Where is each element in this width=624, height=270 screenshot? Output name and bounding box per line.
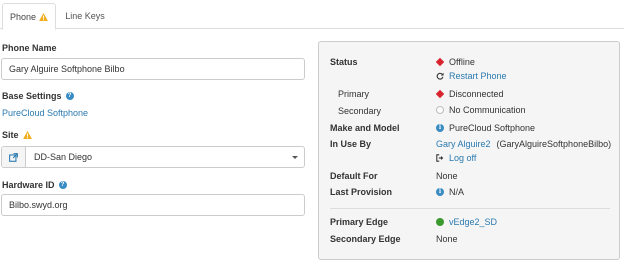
tab-line-keys[interactable]: Line Keys: [58, 3, 112, 29]
phone-name-label: Phone Name: [2, 43, 57, 53]
log-off-link[interactable]: Log off: [436, 153, 476, 163]
primary-value-text: Disconnected: [449, 89, 504, 99]
phone-name-label-text: Phone Name: [2, 43, 57, 53]
warning-icon: [39, 12, 48, 21]
make-model-value-text: PureCloud Softphone: [449, 123, 536, 133]
primary-edge-value: vEdge2_SD: [436, 217, 497, 227]
help-icon[interactable]: ?: [58, 181, 67, 189]
primary-label: Primary: [338, 89, 369, 99]
primary-edge-link[interactable]: vEdge2_SD: [449, 217, 497, 227]
in-use-by-label: In Use By: [330, 139, 372, 149]
info-icon[interactable]: i: [436, 188, 444, 196]
status-value: Offline: [435, 57, 475, 67]
divider: [330, 208, 610, 209]
primary-edge-label: Primary Edge: [330, 217, 389, 227]
online-status-icon: [436, 218, 444, 226]
site-select[interactable]: DD-San Diego: [1, 146, 305, 168]
hardware-id-label: Hardware ID ?: [2, 180, 67, 190]
status-value-text: Offline: [449, 57, 475, 67]
tab-phone[interactable]: Phone: [2, 3, 56, 30]
chevron-down-icon: [292, 156, 298, 159]
primary-value: Disconnected: [435, 89, 504, 99]
site-label: Site: [2, 130, 32, 140]
base-settings-label: Base Settings ?: [2, 91, 74, 101]
restart-phone-link[interactable]: Restart Phone: [436, 71, 507, 81]
site-value-text: DD-San Diego: [34, 152, 93, 162]
tab-bar: Phone Line Keys: [0, 0, 624, 30]
tab-phone-label: Phone: [9, 11, 37, 22]
phone-name-value: Gary Alguire Softphone Bilbo: [9, 64, 125, 74]
log-off-text: Log off: [449, 153, 477, 163]
default-for-label: Default For: [330, 171, 378, 181]
secondary-value: No Communication: [436, 105, 526, 115]
secondary-label: Secondary: [338, 106, 382, 116]
make-model-label: Make and Model: [330, 123, 400, 133]
restart-phone-text: Restart Phone: [449, 71, 507, 81]
default-for-value: None: [436, 171, 458, 181]
in-use-by-station: (GaryAlguireSoftphoneBilbo): [496, 139, 612, 149]
secondary-value-text: No Communication: [449, 105, 526, 115]
log-off-icon: [436, 154, 444, 162]
refresh-icon: [436, 72, 444, 80]
hardware-id-value: Bilbo.swyd.org: [9, 200, 68, 210]
tab-line-keys-label: Line Keys: [65, 11, 105, 21]
hardware-id-input[interactable]: Bilbo.swyd.org: [1, 194, 305, 216]
make-model-value: i PureCloud Softphone: [436, 123, 535, 133]
disconnected-icon: [435, 89, 445, 99]
in-use-by-value: Gary Alguire2 (GaryAlguireSoftphoneBilbo…: [436, 139, 611, 149]
external-link-button[interactable]: [2, 147, 26, 167]
help-icon[interactable]: ?: [65, 92, 74, 100]
status-panel: Status Offline Restart Phone Primary Dis…: [318, 41, 620, 260]
hardware-id-label-text: Hardware ID: [2, 180, 55, 190]
secondary-edge-label: Secondary Edge: [330, 234, 401, 244]
last-provision-value: i N/A: [436, 187, 464, 197]
status-label: Status: [330, 57, 358, 67]
base-settings-label-text: Base Settings: [2, 91, 62, 101]
base-settings-link[interactable]: PureCloud Softphone: [2, 108, 88, 118]
site-label-text: Site: [2, 130, 19, 140]
no-communication-icon: [436, 106, 444, 114]
offline-status-icon: [435, 57, 445, 67]
info-icon[interactable]: i: [436, 124, 444, 132]
last-provision-value-text: N/A: [449, 187, 465, 197]
external-link-icon: [9, 152, 18, 162]
site-select-value[interactable]: DD-San Diego: [26, 147, 304, 167]
in-use-by-user-link[interactable]: Gary Alguire2: [436, 139, 491, 149]
last-provision-label: Last Provision: [330, 187, 393, 197]
secondary-edge-value: None: [436, 234, 458, 244]
phone-name-input[interactable]: Gary Alguire Softphone Bilbo: [1, 58, 305, 80]
warning-icon: [22, 131, 32, 139]
